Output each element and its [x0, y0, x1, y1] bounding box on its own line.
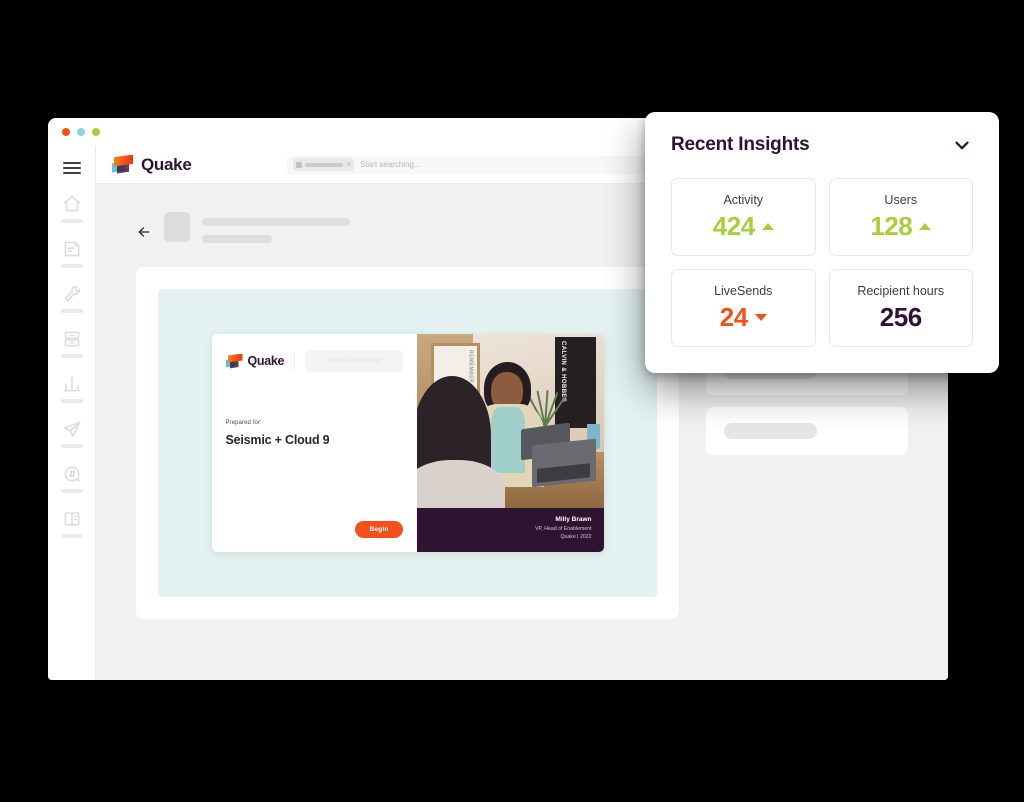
chat-hash-icon [62, 464, 82, 484]
insert-custom-logo-placeholder[interactable]: Insert Custom Logo [305, 350, 403, 372]
document-title-placeholder [202, 212, 350, 243]
insight-label: Activity [723, 193, 764, 207]
sidebar-item-send[interactable] [48, 419, 95, 448]
sidebar-item-analytics[interactable] [48, 374, 95, 403]
window-maximize-button[interactable] [92, 128, 100, 136]
slide-photo: REMEMBER CALVIN & HOBBES [416, 334, 604, 508]
placeholder-bar [724, 423, 817, 439]
begin-button[interactable]: Begin [355, 521, 403, 538]
slide-title: Seismic + Cloud 9 [225, 433, 330, 447]
slide-brand-logo: Quake [225, 353, 285, 369]
trend-down-icon [754, 313, 767, 321]
document-icon [62, 239, 82, 259]
insight-label: Users [884, 193, 918, 207]
insight-cards-grid: Activity 424 Users 128 LiveSends 24 Reci… [671, 178, 973, 347]
file-cabinet-icon [62, 329, 82, 349]
sidebar-label-placeholder [60, 309, 83, 313]
document-header [136, 212, 686, 243]
sidebar-nav [48, 146, 96, 680]
screenshot-stage: Quake × Start searching... Quake Insert … [0, 0, 1024, 802]
brand-logo[interactable]: Quake [112, 154, 192, 175]
insight-value: 128 [870, 211, 913, 241]
sidebar-item-channels[interactable] [48, 464, 95, 493]
trend-up-icon [761, 222, 774, 230]
quake-logo-icon [225, 353, 243, 369]
slide-right-pane: REMEMBER CALVIN & HOBBES Milly Brawn VP,… [416, 334, 604, 552]
insight-card-activity[interactable]: Activity 424 [671, 178, 816, 256]
sidebar-label-placeholder [60, 444, 83, 448]
sidebar-label-placeholder [60, 489, 83, 493]
slide-logo-row: Quake Insert Custom Logo [225, 350, 403, 372]
hamburger-menu-icon[interactable] [62, 162, 81, 174]
insight-card-users[interactable]: Users 128 [828, 178, 973, 256]
bar-chart-icon [62, 374, 82, 394]
trend-up-icon [919, 222, 932, 230]
slide-preview-card: Quake Insert Custom Logo Prepared for: S… [136, 267, 679, 619]
slide-brand-name: Quake [247, 354, 285, 368]
book-layout-icon [62, 509, 82, 529]
back-arrow-icon[interactable] [136, 224, 152, 240]
chevron-down-icon[interactable] [951, 134, 973, 156]
quake-logo-icon [112, 154, 134, 175]
speaker-name: Milly Brawn [555, 516, 592, 523]
window-close-button[interactable] [62, 128, 70, 136]
insights-header: Recent Insights [671, 134, 973, 156]
sidebar-label-placeholder [60, 264, 83, 268]
search-input[interactable]: Start searching... [360, 160, 420, 169]
placeholder-bar [202, 218, 350, 226]
filter-icon [296, 161, 303, 168]
divider [294, 352, 296, 370]
placeholder-bar [202, 235, 272, 243]
close-icon[interactable]: × [346, 160, 351, 169]
sidebar-label-placeholder [60, 354, 83, 358]
document-panel: Quake Insert Custom Logo Prepared for: S… [96, 212, 686, 680]
document-thumbnail [164, 212, 190, 242]
sidebar-label-placeholder [60, 219, 83, 223]
slide-left-pane: Quake Insert Custom Logo Prepared for: S… [212, 334, 417, 552]
insight-label: Recipient hours [857, 284, 945, 298]
insight-value: 424 [712, 211, 755, 241]
insight-label: LiveSends [714, 284, 773, 298]
insight-value: 256 [879, 302, 922, 332]
paper-plane-icon [62, 419, 82, 439]
wrench-icon [62, 284, 82, 304]
sidebar-label-placeholder [60, 534, 83, 538]
window-minimize-button[interactable] [77, 128, 85, 136]
search-filter-chip[interactable]: × [293, 158, 355, 171]
sidebar-item-tools[interactable] [48, 284, 95, 313]
slide-speaker-bar: Milly Brawn VP, Head of Enablement Quake… [416, 508, 604, 552]
prepared-for-label: Prepared for: [225, 420, 262, 426]
insight-value: 24 [719, 302, 748, 332]
sidebar-item-documents[interactable] [48, 239, 95, 268]
speaker-role: VP, Head of Enablement [535, 526, 592, 532]
placeholder-card [706, 407, 908, 455]
sidebar-item-library[interactable] [48, 329, 95, 358]
sidebar-label-placeholder [60, 399, 83, 403]
speaker-org: Quake | 2022 [560, 533, 592, 540]
insight-card-livesends[interactable]: LiveSends 24 [671, 269, 816, 347]
brand-name: Quake [141, 154, 192, 174]
recent-insights-panel: Recent Insights Activity 424 Users 128 L… [645, 112, 999, 373]
presentation-slide[interactable]: Quake Insert Custom Logo Prepared for: S… [211, 334, 604, 552]
insight-card-recipient-hours[interactable]: Recipient hours 256 [828, 269, 973, 347]
slide-canvas: Quake Insert Custom Logo Prepared for: S… [158, 289, 657, 597]
filter-chip-label [305, 162, 344, 167]
sidebar-item-home[interactable] [48, 194, 95, 223]
sidebar-item-pages[interactable] [48, 509, 95, 538]
home-icon [62, 194, 82, 214]
page-title: Recent Insights [671, 134, 810, 155]
